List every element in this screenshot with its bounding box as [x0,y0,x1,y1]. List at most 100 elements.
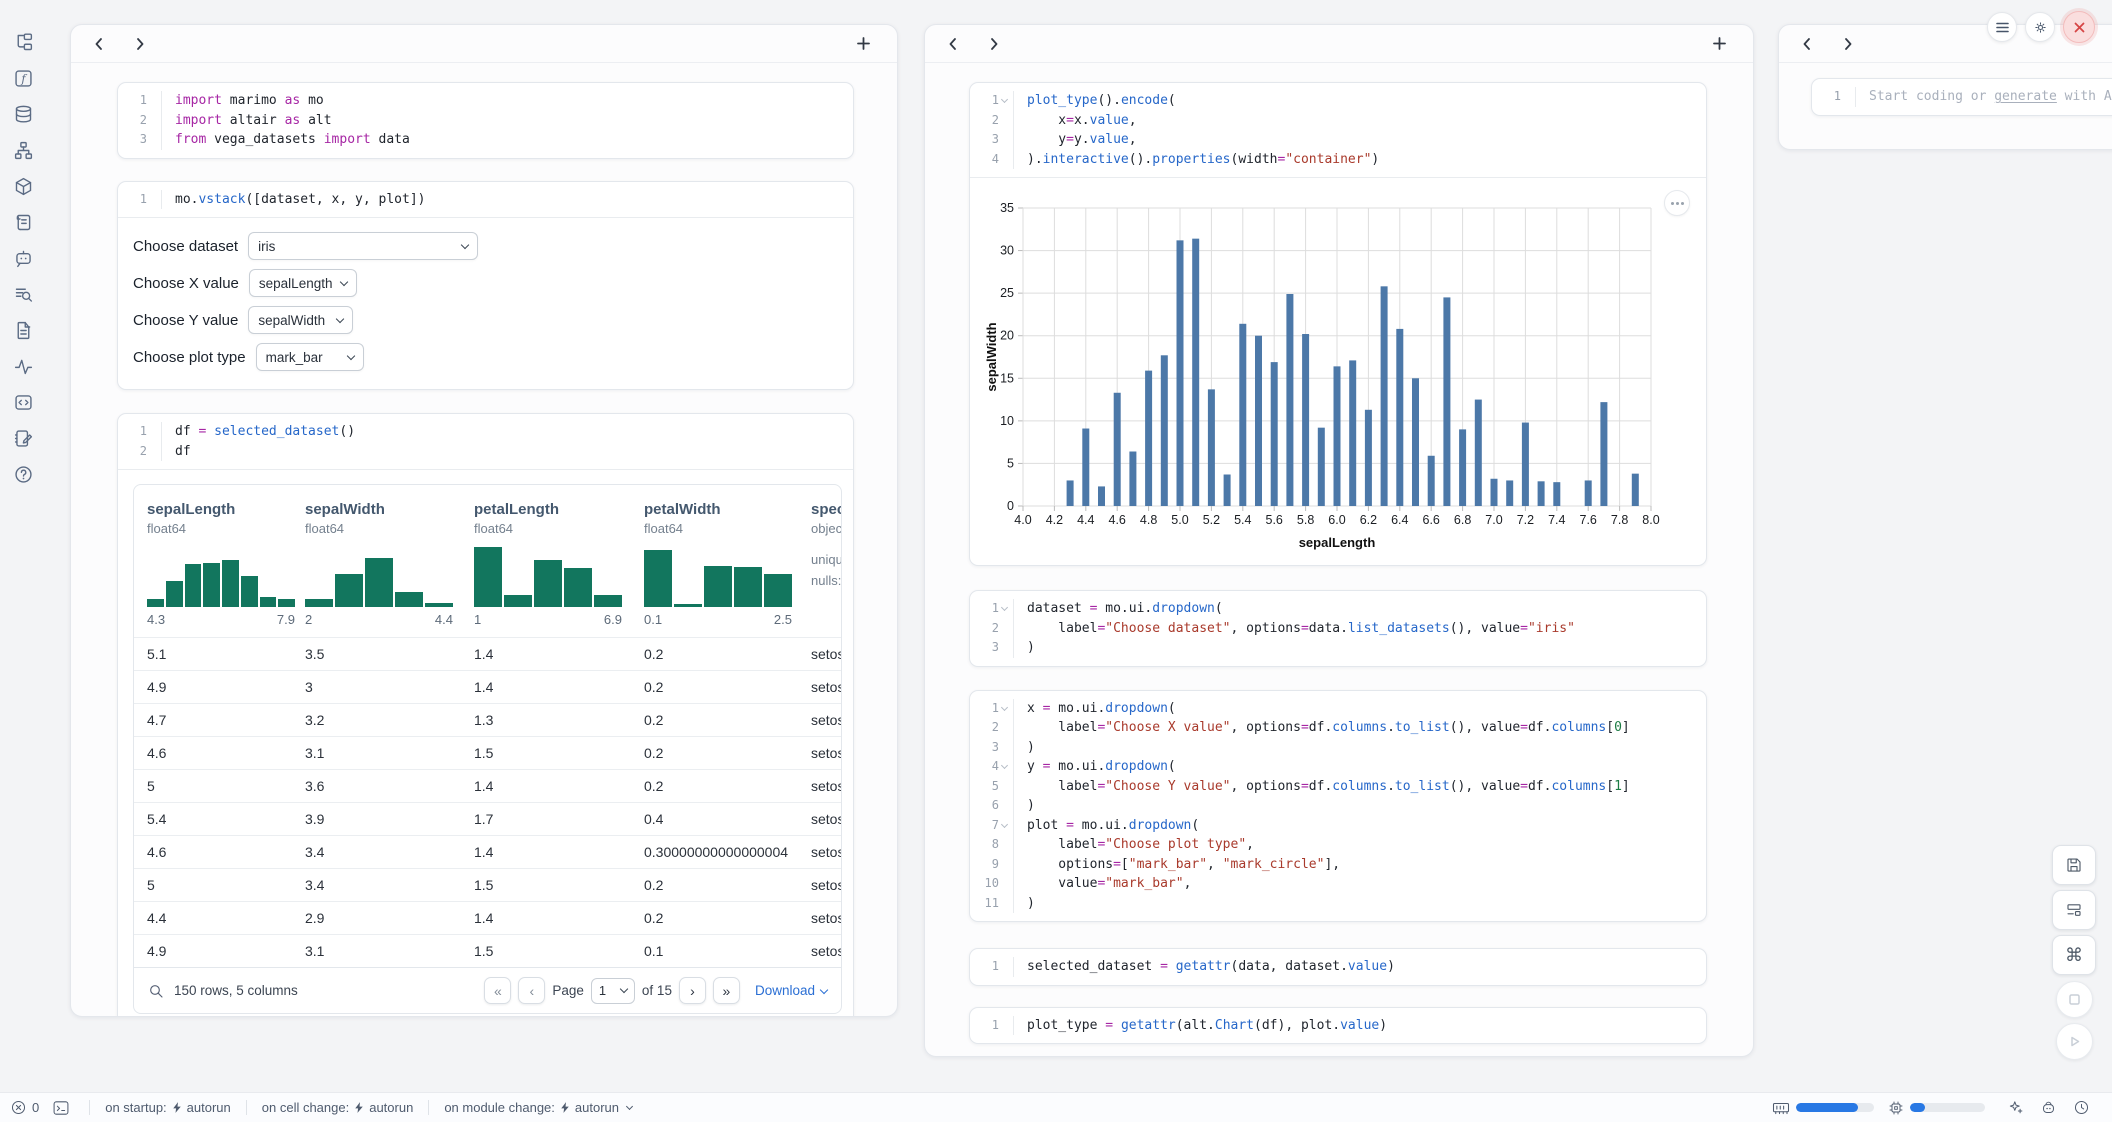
placeholder-text: with AI [2057,89,2112,104]
chat-bot-icon[interactable] [0,240,47,276]
table-row[interactable]: 4.63.41.40.30000000000000004setosa [134,835,841,868]
choose-x-value-label: Choose X value [133,275,239,292]
svg-text:sepalLength: sepalLength [1299,535,1376,550]
stop-button[interactable] [2056,981,2093,1018]
table-row[interactable]: 4.931.40.2setosa [134,670,841,703]
page-select[interactable]: 1 [591,978,635,1004]
on-startup-mode[interactable]: on startup: autorun [105,1100,231,1115]
snippets-icon[interactable] [0,384,47,420]
notebook-column-left: 123import marimo as moimport altair as a… [70,24,898,1017]
add-column-icon[interactable] [849,31,877,57]
dependency-graph-icon[interactable] [0,132,47,168]
empty-code-editor[interactable]: 1 Start coding or generate with AI [1812,79,2112,115]
column-header-petalLength[interactable]: petalLengthfloat6416.9 [474,501,644,627]
chevron-down-icon [340,277,348,285]
run-button[interactable] [2056,1023,2093,1060]
fold-chevron-icon [1000,604,1007,611]
svg-text:4.6: 4.6 [1109,513,1126,527]
svg-text:5.6: 5.6 [1266,513,1283,527]
chevron-down-icon [820,985,828,993]
column-prev-icon[interactable] [939,31,967,57]
keyboard-shortcuts-button[interactable]: ⌘ [2052,935,2096,975]
errors-indicator[interactable]: 0 [10,1099,39,1116]
code-editor[interactable]: 1plot_type = getattr(alt.Chart(df), plot… [970,1008,1706,1044]
file-tree-icon[interactable] [0,24,47,60]
svg-text:10: 10 [1000,414,1014,428]
search-icon[interactable] [148,983,164,999]
code-editor[interactable]: 1234plot_type().encode( x=x.value, y=y.v… [970,83,1706,177]
column-header-species[interactable]: speciesobjectuniquenulls: [811,501,842,627]
functions-icon[interactable]: f [0,60,47,96]
column-prev-icon[interactable] [1793,31,1821,57]
save-button[interactable] [2052,845,2096,885]
ai-sparkles-icon[interactable] [2007,1099,2024,1116]
add-column-icon[interactable] [1705,31,1733,57]
code-editor[interactable]: 1selected_dataset = getattr(data, datase… [970,949,1706,985]
column-toolbar [1779,25,2112,63]
code-editor[interactable]: 1mo.vstack([dataset, x, y, plot]) [118,182,853,218]
choose-dataset-dropdown[interactable]: iris [248,232,478,260]
dataframe-output: sepalLengthfloat644.37.9sepalWidthfloat6… [118,469,853,1014]
choose-x-value-dropdown[interactable]: sepalLength [249,269,357,297]
dataframe-table: sepalLengthfloat644.37.9sepalWidthfloat6… [133,484,842,1014]
column-next-icon[interactable] [1834,31,1862,57]
copilot-icon[interactable] [2040,1099,2057,1116]
notebook-column-middle: 1234plot_type().encode( x=x.value, y=y.v… [924,24,1754,1057]
database-icon[interactable] [0,96,47,132]
column-next-icon[interactable] [126,31,154,57]
table-row[interactable]: 4.93.11.50.1setosa [134,934,841,967]
table-row[interactable]: 4.42.91.40.2setosa [134,901,841,934]
code-editor[interactable]: 1234567891011x = mo.ui.dropdown( label="… [970,691,1706,922]
chart-menu-icon[interactable] [1664,190,1690,216]
svg-text:35: 35 [1000,201,1014,215]
settings-gear-icon[interactable] [2025,12,2055,42]
fold-chevron-icon [1000,821,1007,828]
scratchpad-scroll-icon[interactable] [0,204,47,240]
prev-page-button[interactable]: ‹ [518,977,545,1004]
runtime-clock-icon[interactable] [2073,1099,2090,1116]
svg-text:30: 30 [1000,244,1014,258]
table-row[interactable]: 53.41.50.2setosa [134,868,841,901]
documentation-icon[interactable] [0,312,47,348]
marimo-notebook-app: f 123import marimo as moimport altair as… [0,0,2112,1122]
scratchpad-edit-icon[interactable] [0,420,47,456]
column-histogram [305,547,453,607]
close-icon[interactable] [2063,11,2095,43]
column-header-sepalWidth[interactable]: sepalWidthfloat6424.4 [305,501,474,627]
next-page-button[interactable]: › [679,977,706,1004]
table-row[interactable]: 53.61.40.2setosa [134,769,841,802]
column-prev-icon[interactable] [85,31,113,57]
column-header-sepalLength[interactable]: sepalLengthfloat644.37.9 [147,501,305,627]
activity-sidebar: f [0,0,47,1092]
notebook-menu-icon[interactable] [1987,12,2017,42]
generate-with-ai-link[interactable]: generate [1994,89,2057,104]
first-page-button[interactable]: « [484,977,511,1004]
packages-icon[interactable] [0,168,47,204]
bolt-icon [172,1101,182,1114]
table-row[interactable]: 4.63.11.50.2setosa [134,736,841,769]
column-next-icon[interactable] [980,31,1008,57]
help-icon[interactable] [0,456,47,492]
table-row[interactable]: 4.73.21.30.2setosa [134,703,841,736]
svg-text:6.8: 6.8 [1454,513,1471,527]
logs-search-icon[interactable] [0,276,47,312]
column-toolbar [925,25,1753,63]
layout-button[interactable] [2052,890,2096,930]
tracing-icon[interactable] [0,348,47,384]
code-editor[interactable]: 12df = selected_dataset()df [118,414,853,469]
code-editor[interactable]: 123dataset = mo.ui.dropdown( label="Choo… [970,591,1706,666]
terminal-icon[interactable] [48,1097,74,1119]
on-cell-change-mode[interactable]: on cell change: autorun [262,1100,414,1115]
last-page-button[interactable]: » [713,977,740,1004]
on-module-change-mode[interactable]: on module change: autorun [444,1100,632,1115]
table-row[interactable]: 5.13.51.40.2setosa [134,637,841,670]
code-editor[interactable]: 123import marimo as moimport altair as a… [118,83,853,158]
download-button[interactable]: Download [755,983,827,998]
choose-plot-type-dropdown[interactable]: mark_bar [256,343,364,371]
choose-y-value-dropdown[interactable]: sepalWidth [248,306,353,334]
fold-chevron-icon [1000,96,1007,103]
column-header-petalWidth[interactable]: petalWidthfloat640.12.5 [644,501,811,627]
table-header: sepalLengthfloat644.37.9sepalWidthfloat6… [134,485,841,637]
column-toolbar [71,25,897,63]
table-row[interactable]: 5.43.91.70.4setosa [134,802,841,835]
